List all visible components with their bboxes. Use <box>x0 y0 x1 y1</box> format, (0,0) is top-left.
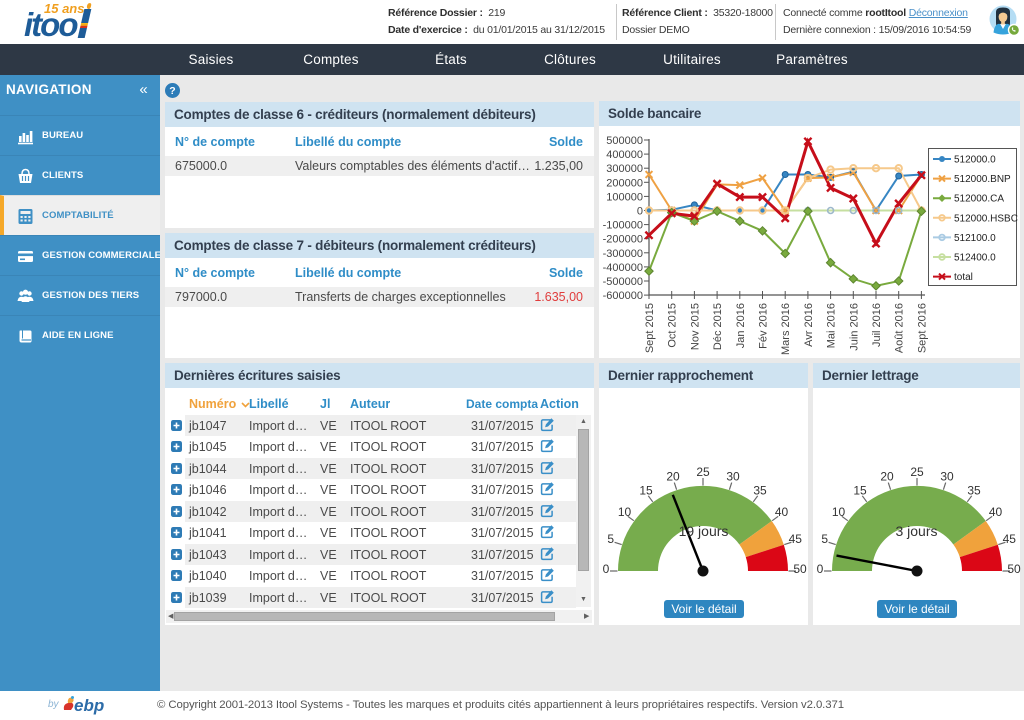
svg-text:total: total <box>954 272 973 283</box>
svg-text:-500000: -500000 <box>603 276 643 288</box>
svg-text:10: 10 <box>618 505 632 519</box>
svg-text:512000.BNP: 512000.BNP <box>954 174 1011 185</box>
svg-text:35: 35 <box>967 484 981 498</box>
svg-text:Déc 2015: Déc 2015 <box>712 303 724 350</box>
svg-text:15: 15 <box>853 484 867 498</box>
svg-text:400000: 400000 <box>606 149 643 161</box>
svg-text:10: 10 <box>832 505 846 519</box>
svg-text:512000.CA: 512000.CA <box>954 194 1004 205</box>
svg-text:512000.HSBC: 512000.HSBC <box>954 213 1018 224</box>
svg-text:Jan 2016: Jan 2016 <box>735 303 747 348</box>
svg-text:-200000: -200000 <box>603 234 643 246</box>
svg-text:Juin 2016: Juin 2016 <box>848 303 860 351</box>
svg-text:512400.0: 512400.0 <box>954 253 996 264</box>
svg-text:-600000: -600000 <box>603 290 643 302</box>
svg-text:0: 0 <box>637 206 643 218</box>
svg-text:35: 35 <box>753 484 767 498</box>
svg-text:Juil 2016: Juil 2016 <box>871 303 883 347</box>
svg-text:30: 30 <box>940 470 954 484</box>
svg-text:40: 40 <box>989 505 1003 519</box>
svg-text:15: 15 <box>639 484 653 498</box>
svg-text:30: 30 <box>726 470 740 484</box>
svg-text:-100000: -100000 <box>603 220 643 232</box>
svg-text:50: 50 <box>793 562 807 576</box>
svg-text:512100.0: 512100.0 <box>954 233 996 244</box>
svg-text:0: 0 <box>817 562 824 576</box>
svg-text:-400000: -400000 <box>603 262 643 274</box>
svg-text:25: 25 <box>910 465 924 479</box>
svg-text:300000: 300000 <box>606 163 643 175</box>
svg-text:Mai 2016: Mai 2016 <box>826 303 838 348</box>
svg-text:20: 20 <box>880 470 894 484</box>
svg-text:20: 20 <box>666 470 680 484</box>
svg-text:Avr 2016: Avr 2016 <box>803 303 815 347</box>
svg-text:50: 50 <box>1007 562 1021 576</box>
svg-text:25: 25 <box>696 465 710 479</box>
svg-text:Oct 2015: Oct 2015 <box>667 303 679 348</box>
svg-text:Sept 2016: Sept 2016 <box>916 303 928 353</box>
svg-text:Fév 2016: Fév 2016 <box>758 303 770 349</box>
svg-text:Mars 2016: Mars 2016 <box>780 303 792 355</box>
svg-text:500000: 500000 <box>606 135 643 147</box>
svg-text:100000: 100000 <box>606 191 643 203</box>
svg-text:40: 40 <box>775 505 789 519</box>
svg-text:-300000: -300000 <box>603 248 643 260</box>
svg-text:200000: 200000 <box>606 177 643 189</box>
svg-text:Sept 2015: Sept 2015 <box>644 303 656 353</box>
svg-text:0: 0 <box>603 562 610 576</box>
svg-text:Nov 2015: Nov 2015 <box>689 303 701 350</box>
svg-text:?: ? <box>169 85 175 97</box>
svg-text:Août 2016: Août 2016 <box>894 303 906 353</box>
svg-text:512000.0: 512000.0 <box>954 155 996 166</box>
svg-text:ebp: ebp <box>74 696 104 715</box>
